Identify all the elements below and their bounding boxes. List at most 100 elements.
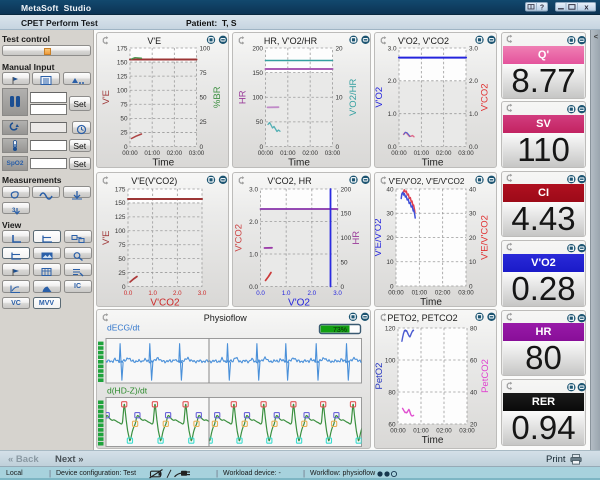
svg-text:25: 25: [118, 270, 126, 277]
svg-text:d(HD-Z)/dt: d(HD-Z)/dt: [107, 386, 148, 396]
svg-text:HR: HR: [237, 90, 248, 104]
svg-text:V'E/V'O2: V'E/V'O2: [375, 219, 384, 257]
svg-text:02:00: 02:00: [435, 290, 451, 297]
svg-text:0.0: 0.0: [256, 290, 265, 297]
svg-text:10: 10: [469, 259, 477, 266]
svg-text:125: 125: [117, 73, 128, 80]
svg-text:200: 200: [252, 45, 263, 52]
svg-text:3: 3: [12, 208, 16, 214]
svg-text:03:00: 03:00: [458, 290, 474, 297]
svg-text:V'E: V'E: [101, 90, 112, 105]
svg-text:20: 20: [335, 45, 343, 52]
svg-text:V'O2/HR: V'O2/HR: [348, 79, 359, 116]
svg-text:100: 100: [200, 45, 211, 52]
svg-text:1.0: 1.0: [249, 251, 258, 258]
svg-text:60: 60: [470, 357, 478, 364]
svg-text:0.0: 0.0: [124, 290, 133, 297]
svg-text:20: 20: [386, 235, 394, 242]
svg-text:2.0: 2.0: [469, 78, 478, 85]
svg-text:100: 100: [117, 88, 128, 95]
svg-text:Time: Time: [288, 158, 310, 169]
svg-text:Time: Time: [420, 297, 442, 308]
svg-text:HR, V'O2/HR: HR, V'O2/HR: [263, 36, 317, 46]
svg-text:01:00: 01:00: [412, 290, 428, 297]
svg-text:30: 30: [386, 211, 394, 218]
svg-text:3.0: 3.0: [333, 290, 342, 297]
svg-text:Physioflow: Physioflow: [204, 313, 248, 323]
svg-text:25: 25: [200, 119, 208, 126]
svg-text:02:00: 02:00: [436, 428, 452, 435]
svg-text:V'E/V'O2, V'E/V'CO2: V'E/V'O2, V'E/V'CO2: [389, 177, 465, 186]
svg-text:80: 80: [388, 389, 396, 396]
svg-text:3.0: 3.0: [198, 290, 207, 297]
svg-text:1.0: 1.0: [388, 111, 397, 118]
svg-text:03:00: 03:00: [324, 150, 340, 157]
svg-text:Time: Time: [422, 435, 444, 446]
svg-text:40: 40: [469, 186, 477, 193]
svg-text:175: 175: [117, 45, 128, 52]
svg-text:2.0: 2.0: [388, 78, 397, 85]
svg-text:25: 25: [120, 130, 128, 137]
svg-text:50: 50: [118, 256, 126, 263]
svg-text:20: 20: [469, 235, 477, 242]
svg-text:03:00: 03:00: [189, 150, 205, 157]
svg-text:100: 100: [115, 228, 126, 235]
svg-text:10: 10: [335, 95, 343, 102]
svg-text:100: 100: [340, 235, 351, 242]
svg-text:1.0: 1.0: [469, 111, 478, 118]
svg-text:150: 150: [117, 59, 128, 66]
svg-text:00:00: 00:00: [388, 290, 404, 297]
svg-text:30: 30: [469, 211, 477, 218]
svg-text:100: 100: [385, 357, 396, 364]
svg-text:01:00: 01:00: [280, 150, 296, 157]
svg-text:00:00: 00:00: [257, 150, 273, 157]
svg-text:2.0: 2.0: [307, 290, 316, 297]
svg-text:150: 150: [340, 211, 351, 218]
svg-text:120: 120: [385, 325, 396, 332]
svg-text:80: 80: [470, 325, 478, 332]
svg-text:V'CO2: V'CO2: [233, 224, 244, 252]
svg-text:PETO2, PETCO2: PETO2, PETCO2: [387, 313, 457, 323]
svg-text:75: 75: [120, 102, 128, 109]
svg-text:10: 10: [386, 259, 394, 266]
svg-text:150: 150: [115, 200, 126, 207]
svg-text:V'O2: V'O2: [288, 298, 310, 308]
svg-text:Time: Time: [422, 158, 444, 169]
svg-text:01:00: 01:00: [413, 428, 429, 435]
svg-text:PetO2: PetO2: [375, 363, 385, 390]
svg-text:3.0: 3.0: [469, 45, 478, 52]
svg-text:V'E/V'CO2: V'E/V'CO2: [480, 215, 491, 260]
svg-text:200: 200: [340, 186, 351, 193]
svg-text:03:00: 03:00: [459, 428, 475, 435]
svg-text:175: 175: [115, 186, 126, 193]
svg-text:HR: HR: [351, 231, 362, 245]
svg-text:75: 75: [118, 242, 126, 249]
svg-text:PetCO2: PetCO2: [480, 359, 491, 393]
svg-text:Time: Time: [152, 158, 174, 169]
svg-text:3.0: 3.0: [388, 45, 397, 52]
svg-text:V'CO2: V'CO2: [480, 83, 491, 111]
svg-text:02:00: 02:00: [436, 150, 452, 157]
svg-text:V'E: V'E: [147, 36, 161, 46]
svg-text:50: 50: [340, 259, 348, 266]
svg-text:02:00: 02:00: [302, 150, 318, 157]
svg-text:V'E: V'E: [101, 231, 112, 246]
svg-text:?: ?: [540, 5, 544, 12]
svg-text:02:00: 02:00: [167, 150, 183, 157]
svg-text:50: 50: [255, 119, 263, 126]
svg-text:V'CO2: V'CO2: [150, 298, 180, 308]
svg-text:1.0: 1.0: [148, 290, 157, 297]
svg-text:01:00: 01:00: [144, 150, 160, 157]
svg-text:dECG/dt: dECG/dt: [107, 323, 140, 333]
svg-text:50: 50: [120, 116, 128, 123]
svg-text:75: 75: [200, 70, 208, 77]
svg-text:00:00: 00:00: [391, 150, 407, 157]
svg-text:50: 50: [200, 95, 208, 102]
svg-text:2.0: 2.0: [173, 290, 182, 297]
svg-text:40: 40: [470, 389, 478, 396]
svg-text:2.0: 2.0: [249, 219, 258, 226]
svg-text:3.0: 3.0: [249, 186, 258, 193]
svg-text:03:00: 03:00: [458, 150, 474, 157]
svg-text:V'O2, V'CO2: V'O2, V'CO2: [398, 36, 449, 46]
svg-text:125: 125: [115, 214, 126, 221]
